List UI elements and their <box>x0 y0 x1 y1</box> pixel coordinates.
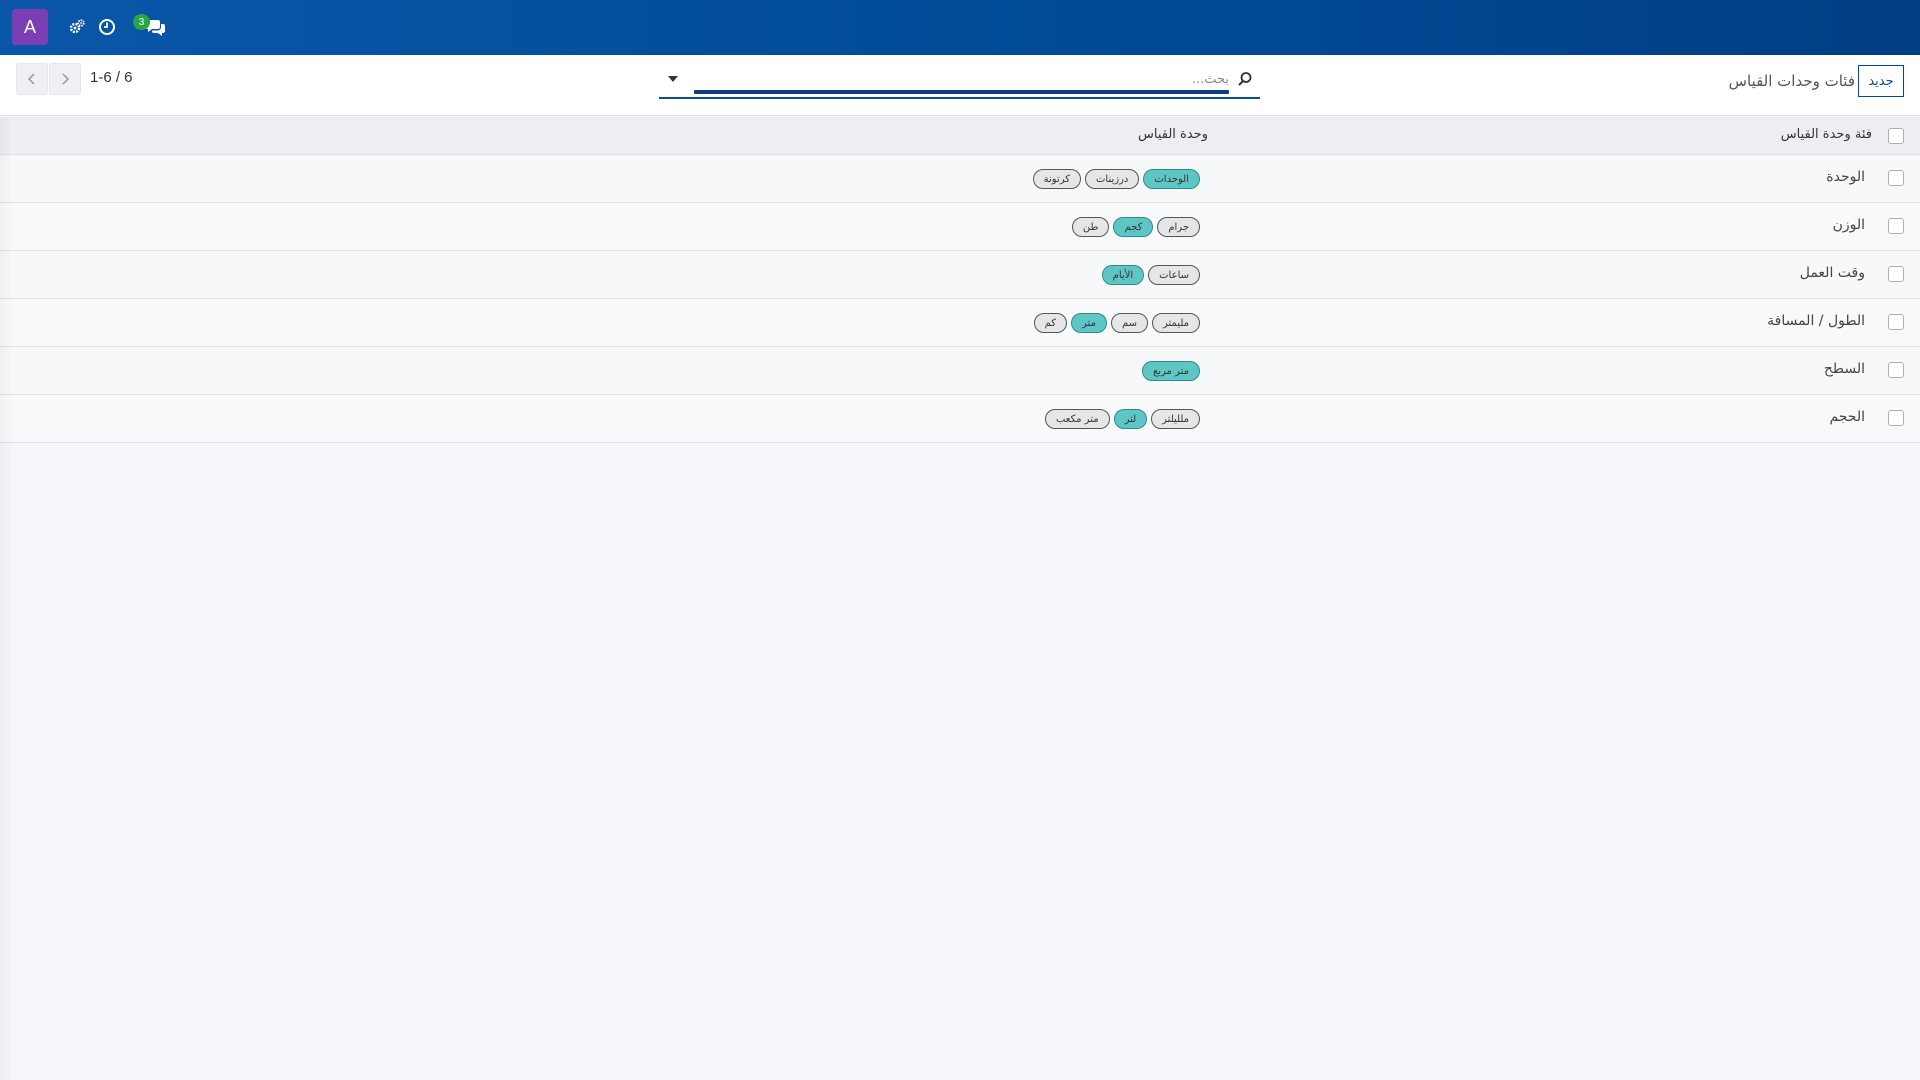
uom-tag: مليمتر <box>1151 313 1200 333</box>
table-row[interactable]: الطول / المسافة مليمتر سم متر كم <box>0 299 1920 347</box>
pager-next-button[interactable] <box>49 63 81 95</box>
row-checkbox[interactable] <box>1888 314 1904 330</box>
settings-gears-icon[interactable] <box>66 16 88 38</box>
uom-tag: درزينات <box>1085 169 1140 189</box>
row-checkbox[interactable] <box>1888 266 1904 282</box>
category-cell: وقت العمل <box>1799 265 1865 281</box>
table-header: فئة وحدة القياس وحدة القياس <box>0 117 1920 155</box>
table-row[interactable]: وقت العمل ساعات الأيام <box>0 251 1920 299</box>
uom-tag: سم <box>1110 313 1148 333</box>
uom-tags: ملليلتر لتر متر مكعب <box>1044 409 1200 429</box>
table-row[interactable]: الوحدة الوحدات درزينات كرتونة <box>0 155 1920 203</box>
uom-tags: متر مربع <box>1141 361 1200 381</box>
table-row[interactable]: الوزن جرام كجم طن <box>0 203 1920 251</box>
uom-tag: لتر <box>1113 409 1148 429</box>
messages-count: 3 <box>138 16 145 28</box>
uom-tag: جرام <box>1157 217 1200 237</box>
uom-tag: كجم <box>1113 217 1154 237</box>
uom-tag: طن <box>1071 217 1110 237</box>
chevron-right-icon <box>62 73 70 85</box>
uom-tag: متر <box>1071 313 1107 333</box>
category-cell: الوحدة <box>1826 169 1865 185</box>
uom-tag: متر مكعب <box>1044 409 1110 429</box>
left-edge-shadow <box>0 117 12 1080</box>
uom-tag: الوحدات <box>1143 169 1200 189</box>
category-cell: الطول / المسافة <box>1767 313 1865 329</box>
table-row[interactable]: السطح متر مربع <box>0 347 1920 395</box>
uom-tag: ملليلتر <box>1151 409 1200 429</box>
breadcrumb: فئات وحدات القياس <box>1728 72 1855 90</box>
uom-tags: الوحدات درزينات كرتونة <box>1032 169 1200 189</box>
uom-tags: ساعات الأيام <box>1101 265 1200 285</box>
uom-tags: جرام كجم طن <box>1071 217 1200 237</box>
uom-tag: ساعات <box>1148 265 1200 285</box>
row-checkbox[interactable] <box>1888 218 1904 234</box>
search-bar <box>659 64 1260 99</box>
new-button[interactable]: جديد <box>1858 65 1904 97</box>
uom-tag: الأيام <box>1101 265 1145 285</box>
table-row[interactable]: الحجم ملليلتر لتر متر مكعب <box>0 395 1920 443</box>
chevron-left-icon <box>27 73 35 85</box>
uom-category-table: فئة وحدة القياس وحدة القياس الوحدة الوحد… <box>0 117 1920 443</box>
category-cell: السطح <box>1823 361 1865 377</box>
column-header-category[interactable]: فئة وحدة القياس <box>1781 127 1872 142</box>
pager-value[interactable]: 1-6 / 6 <box>90 69 133 86</box>
uom-tag: كرتونة <box>1032 169 1081 189</box>
category-cell: الحجم <box>1829 409 1865 425</box>
row-checkbox[interactable] <box>1888 410 1904 426</box>
uom-tag: متر مربع <box>1141 361 1200 381</box>
category-cell: الوزن <box>1832 217 1865 233</box>
select-all-checkbox[interactable] <box>1888 128 1904 144</box>
top-navbar: A 3 <box>0 0 1920 55</box>
user-avatar[interactable]: A <box>12 9 48 45</box>
avatar-letter: A <box>23 16 36 37</box>
uom-tag: كم <box>1033 313 1068 333</box>
messages-count-badge: 3 <box>133 14 150 30</box>
uom-tags: مليمتر سم متر كم <box>1033 313 1200 333</box>
search-loading-bar <box>694 90 1229 94</box>
column-header-uom[interactable]: وحدة القياس <box>1138 127 1208 142</box>
search-icon[interactable] <box>1237 71 1253 87</box>
clock-icon[interactable] <box>96 16 118 38</box>
pager-previous-button[interactable] <box>16 63 48 95</box>
row-checkbox[interactable] <box>1888 362 1904 378</box>
search-input[interactable] <box>699 68 1229 90</box>
caret-down-icon[interactable] <box>667 73 679 85</box>
row-checkbox[interactable] <box>1888 170 1904 186</box>
